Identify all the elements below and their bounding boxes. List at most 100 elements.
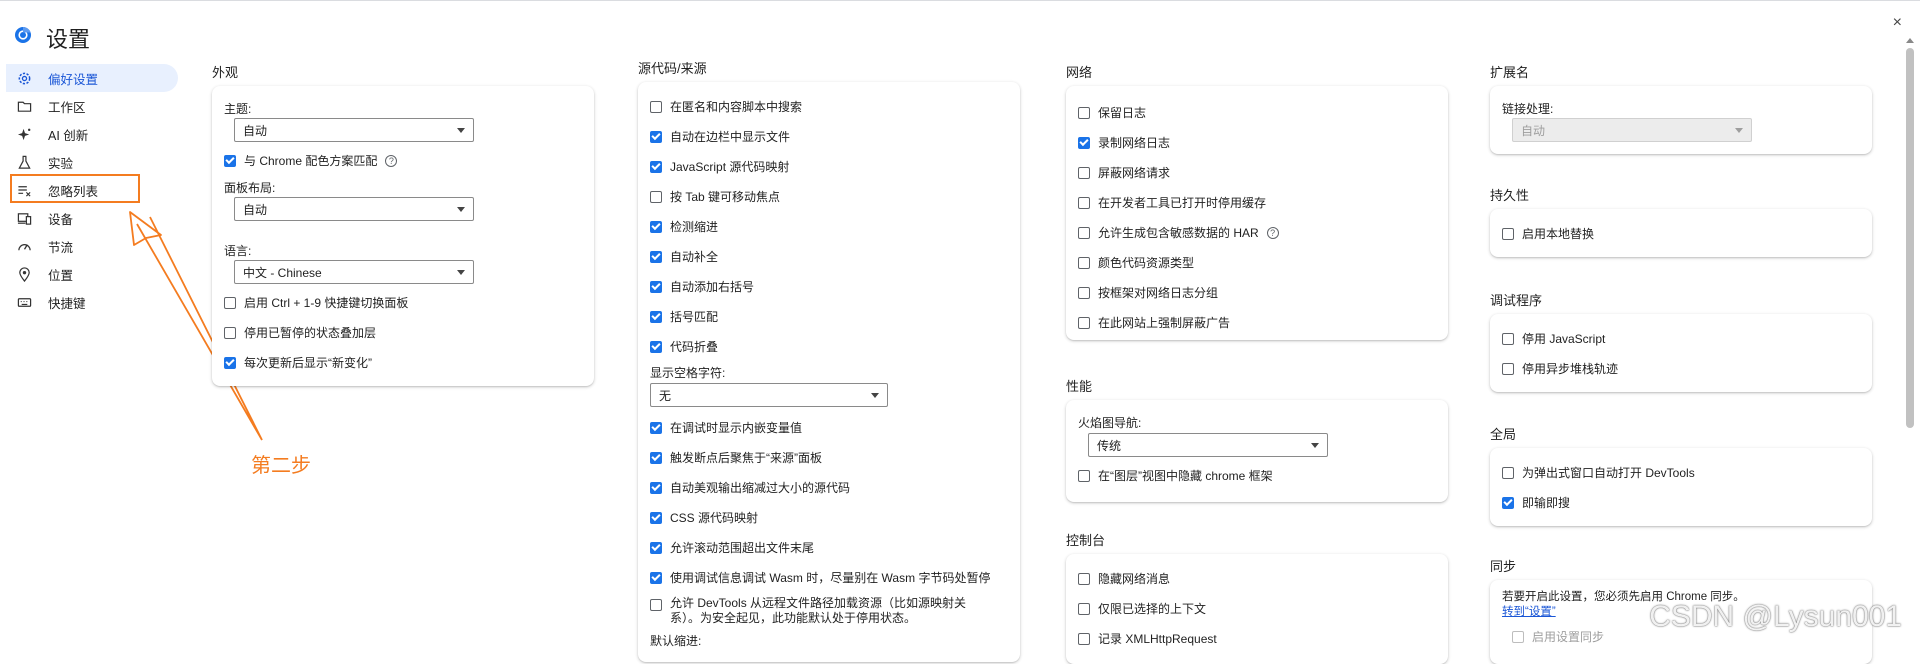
theme-select[interactable]: 自动 bbox=[234, 118, 474, 142]
checkbox[interactable] bbox=[650, 571, 662, 584]
scrollbar-thumb[interactable] bbox=[1906, 48, 1914, 428]
sources-option-row[interactable]: 自动在边栏中显示文件 bbox=[650, 128, 790, 145]
checkbox[interactable] bbox=[650, 190, 662, 203]
checkbox[interactable] bbox=[1078, 256, 1090, 269]
whitespace-label: 显示空格字符: bbox=[650, 366, 726, 380]
whitespace-select[interactable]: 无 bbox=[650, 383, 888, 407]
sources-option-row[interactable]: 检测缩进 bbox=[650, 218, 718, 235]
sidebar-item-shortcuts[interactable]: 快捷键 bbox=[6, 288, 178, 316]
checkbox[interactable] bbox=[650, 130, 662, 143]
checkbox[interactable] bbox=[650, 310, 662, 323]
network-option-row[interactable]: 允许生成包含敏感数据的 HAR? bbox=[1078, 224, 1279, 241]
hide-chrome-frames-row[interactable]: 在“图层”视图中隐藏 chrome 框架 bbox=[1078, 467, 1273, 484]
sources-option-row[interactable]: 触发断点后聚焦于“来源”面板 bbox=[650, 449, 822, 466]
help-icon[interactable]: ? bbox=[385, 154, 398, 167]
checkbox[interactable] bbox=[650, 160, 662, 173]
console-option-row[interactable]: 记录 XMLHttpRequest bbox=[1078, 630, 1217, 647]
checkbox[interactable] bbox=[650, 100, 662, 113]
help-icon[interactable]: ? bbox=[1266, 226, 1279, 239]
link-handling-select[interactable]: 自动 bbox=[1512, 118, 1752, 142]
checkbox[interactable] bbox=[650, 340, 662, 353]
checkbox[interactable] bbox=[1078, 316, 1090, 329]
checkbox[interactable] bbox=[650, 541, 662, 554]
sidebar-item-throttling[interactable]: 节流 bbox=[6, 232, 178, 260]
checkbox[interactable] bbox=[650, 250, 662, 263]
sidebar-item-devices[interactable]: 设备 bbox=[6, 204, 178, 232]
checkbox[interactable] bbox=[1502, 466, 1514, 479]
checkbox[interactable] bbox=[224, 356, 236, 369]
checkbox[interactable] bbox=[650, 421, 662, 434]
checkbox[interactable] bbox=[1512, 630, 1524, 643]
checkbox[interactable] bbox=[224, 154, 236, 167]
checkbox[interactable] bbox=[1078, 632, 1090, 645]
sources-option-row[interactable]: JavaScript 源代码映射 bbox=[650, 158, 789, 175]
network-option-row[interactable]: 按框架对网络日志分组 bbox=[1078, 284, 1218, 301]
checkbox[interactable] bbox=[1078, 602, 1090, 615]
checkbox[interactable] bbox=[650, 220, 662, 233]
checkbox[interactable] bbox=[1078, 196, 1090, 209]
sidebar-item-workspace[interactable]: 工作区 bbox=[6, 92, 178, 120]
sidebar-item-locations[interactable]: 位置 bbox=[6, 260, 178, 288]
checkbox[interactable] bbox=[1078, 136, 1090, 149]
checkbox[interactable] bbox=[650, 451, 662, 464]
network-option-row[interactable]: 颜色代码资源类型 bbox=[1078, 254, 1194, 271]
match-chrome-row[interactable]: 与 Chrome 配色方案匹配? bbox=[224, 152, 398, 169]
sources-option-row[interactable]: 按 Tab 键可移动焦点 bbox=[650, 188, 780, 205]
checkbox[interactable] bbox=[1502, 227, 1514, 240]
network-option-label: 允许生成包含敏感数据的 HAR bbox=[1098, 226, 1259, 240]
network-option-row[interactable]: 在开发者工具已打开时停用缓存 bbox=[1078, 194, 1266, 211]
checkbox[interactable] bbox=[1502, 496, 1514, 509]
checkbox[interactable] bbox=[1502, 362, 1514, 375]
sources-option-row[interactable]: 使用调试信息调试 Wasm 时，尽量别在 Wasm 字节码处暂停 bbox=[650, 569, 990, 586]
sources-option-row[interactable]: 在匿名和内容脚本中搜索 bbox=[650, 98, 802, 115]
network-option-row[interactable]: 在此网站上强制屏蔽广告 bbox=[1078, 314, 1230, 331]
checkbox[interactable] bbox=[650, 599, 662, 611]
checkbox[interactable] bbox=[1078, 226, 1090, 239]
sidebar-item-experiments[interactable]: 实验 bbox=[6, 148, 178, 176]
panel-layout-select[interactable]: 自动 bbox=[234, 197, 474, 221]
checkbox[interactable] bbox=[224, 326, 236, 339]
network-option-row[interactable]: 录制网络日志 bbox=[1078, 134, 1170, 151]
checkbox[interactable] bbox=[650, 280, 662, 293]
search-as-type-row[interactable]: 即输即搜 bbox=[1502, 494, 1570, 511]
network-option-row[interactable]: 屏蔽网络请求 bbox=[1078, 164, 1170, 181]
sources-option-label: 触发断点后聚焦于“来源”面板 bbox=[670, 451, 822, 465]
sources-option-row[interactable]: 自动美观输出缩减过大小的源代码 bbox=[650, 479, 850, 496]
checkbox[interactable] bbox=[1078, 166, 1090, 179]
checkbox[interactable] bbox=[1078, 572, 1090, 585]
enable-sync-row[interactable]: 启用设置同步 bbox=[1512, 628, 1604, 645]
sources-option-row[interactable]: 代码折叠 bbox=[650, 338, 718, 355]
disable-js-row[interactable]: 停用 JavaScript bbox=[1502, 330, 1605, 347]
sources-option-row[interactable]: CSS 源代码映射 bbox=[650, 509, 758, 526]
show-whats-new-row[interactable]: 每次更新后显示“新变化” bbox=[224, 354, 372, 371]
scroll-up-arrow[interactable] bbox=[1906, 38, 1914, 43]
console-option-row[interactable]: 隐藏网络消息 bbox=[1078, 570, 1170, 587]
sidebar-item-preferences[interactable]: 偏好设置 bbox=[6, 64, 178, 92]
flame-nav-select[interactable]: 传统 bbox=[1088, 433, 1328, 457]
sources-option-row[interactable]: 在调试时显示内嵌变量值 bbox=[650, 419, 802, 436]
sidebar-item-ai-innovations[interactable]: AI 创新 bbox=[6, 120, 178, 148]
console-option-row[interactable]: 仅限已选择的上下文 bbox=[1078, 600, 1206, 617]
network-option-row[interactable]: 保留日志 bbox=[1078, 104, 1146, 121]
extensions-title: 扩展名 bbox=[1490, 65, 1530, 80]
sources-option-row[interactable]: 允许滚动范围超出文件末尾 bbox=[650, 539, 814, 556]
checkbox[interactable] bbox=[650, 511, 662, 524]
checkbox[interactable] bbox=[650, 481, 662, 494]
close-button[interactable]: × bbox=[1893, 14, 1902, 32]
remote-file-loading-row[interactable]: 允许 DevTools 从远程文件路径加载资源（比如源映射关 系）。为安全起见，此… bbox=[650, 596, 966, 626]
sources-option-row[interactable]: 自动补全 bbox=[650, 248, 718, 265]
checkbox[interactable] bbox=[1078, 469, 1090, 482]
sources-option-row[interactable]: 自动添加右括号 bbox=[650, 278, 754, 295]
auto-open-popups-row[interactable]: 为弹出式窗口自动打开 DevTools bbox=[1502, 464, 1695, 481]
language-select[interactable]: 中文 - Chinese bbox=[234, 260, 474, 284]
sync-settings-link[interactable]: 转到“设置” bbox=[1502, 603, 1556, 619]
ctrl-shortcut-row[interactable]: 启用 Ctrl + 1-9 快捷键切换面板 bbox=[224, 294, 408, 311]
local-overrides-row[interactable]: 启用本地替换 bbox=[1502, 225, 1594, 242]
disable-async-row[interactable]: 停用异步堆栈轨迹 bbox=[1502, 360, 1618, 377]
disable-paused-overlay-row[interactable]: 停用已暂停的状态叠加层 bbox=[224, 324, 376, 341]
checkbox[interactable] bbox=[1078, 106, 1090, 119]
checkbox[interactable] bbox=[1078, 286, 1090, 299]
checkbox[interactable] bbox=[1502, 332, 1514, 345]
checkbox[interactable] bbox=[224, 296, 236, 309]
sources-option-row[interactable]: 括号匹配 bbox=[650, 308, 718, 325]
